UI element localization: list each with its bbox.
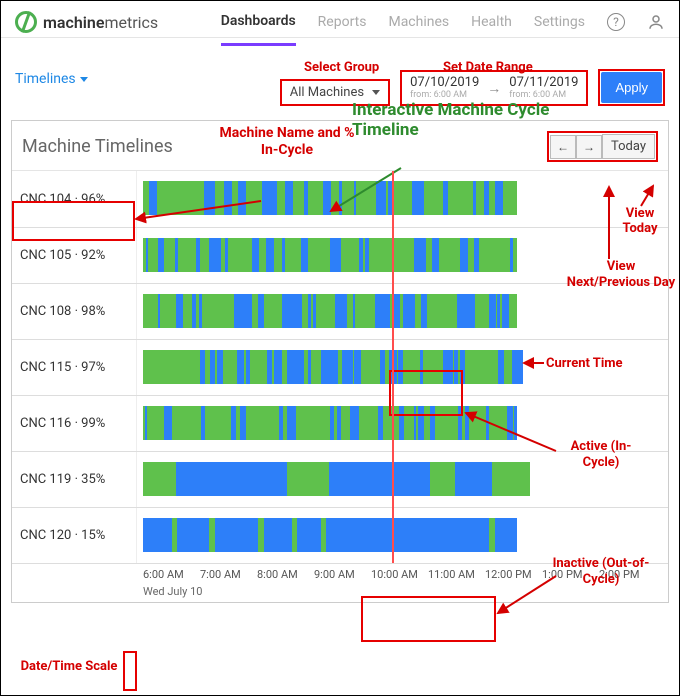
axis-date-label: Wed July 10 [143, 585, 668, 598]
panel-title: Machine Timelines [22, 136, 173, 157]
annotation-box-scale [123, 651, 137, 691]
timeline-bar[interactable] [137, 340, 668, 395]
current-time-indicator [392, 171, 394, 563]
timeline-row: CNC 108 · 98% [12, 283, 668, 339]
user-icon[interactable] [647, 13, 665, 31]
apply-button[interactable]: Apply [601, 72, 662, 103]
row-label: CNC 120 · 15% [12, 508, 137, 563]
date-to[interactable]: 07/11/2019from: 6:00 AM [509, 76, 578, 100]
timeline-bar[interactable] [137, 396, 668, 451]
timeline-bar[interactable] [137, 508, 668, 563]
timeline-panel: Machine Timelines Machine Name and % In-… [11, 120, 669, 603]
axis-tick: 7:00 AM [200, 568, 257, 581]
row-label: CNC 116 · 99% [12, 396, 137, 451]
annotation-select-group: Select Group [304, 60, 379, 75]
axis-tick: 11:00 AM [428, 568, 485, 581]
tab-health[interactable]: Health [471, 14, 512, 30]
chevron-down-icon [80, 77, 88, 82]
timeline-row: CNC 116 · 99% [12, 395, 668, 451]
time-axis: 6:00 AM7:00 AM8:00 AM9:00 AM10:00 AM11:0… [12, 563, 668, 602]
timeline-bar[interactable] [137, 171, 668, 227]
top-nav: machinemetrics Dashboards Reports Machin… [1, 1, 679, 38]
timeline-row: CNC 120 · 15% [12, 507, 668, 563]
timelines-dropdown[interactable]: Timelines [15, 71, 88, 87]
today-button[interactable]: Today [602, 134, 655, 159]
axis-tick: 1:00 PM [542, 568, 599, 581]
tab-machines[interactable]: Machines [388, 14, 449, 30]
timeline-bar[interactable] [137, 228, 668, 283]
timeline-row: CNC 105 · 92% [12, 227, 668, 283]
filter-row: Select Group Set Date Range Timelines Al… [1, 44, 679, 114]
axis-tick: 8:00 AM [257, 568, 314, 581]
tab-reports[interactable]: Reports [318, 14, 367, 30]
brand-text: machinemetrics [43, 13, 158, 32]
help-icon[interactable]: ? [607, 13, 625, 31]
row-label: CNC 108 · 98% [12, 284, 137, 339]
annotation-set-date: Set Date Range [443, 60, 533, 75]
timeline-row: CNC 119 · 35% [12, 451, 668, 507]
axis-tick: 2:00 PM [599, 568, 656, 581]
axis-tick: 12:00 PM [485, 568, 542, 581]
tab-settings[interactable]: Settings [534, 14, 585, 30]
arrow-right-icon: → [487, 80, 501, 97]
annotation-machine-name: Machine Name and % In-Cycle [217, 125, 357, 159]
timeline-row: CNC 115 · 97% [12, 339, 668, 395]
brand-logo[interactable]: machinemetrics [15, 11, 158, 33]
annotation-scale: Date/Time Scale [19, 659, 119, 675]
next-day-button[interactable]: → [576, 135, 602, 159]
chevron-down-icon [372, 90, 380, 95]
timeline-row: CNC 104 · 96% [12, 171, 668, 227]
row-label: CNC 104 · 96% [12, 171, 137, 227]
annotation-interactive-timeline: Interactive Machine Cycle Timeline [352, 101, 572, 140]
row-label: CNC 105 · 92% [12, 228, 137, 283]
timeline-rows: CNC 104 · 96%CNC 105 · 92%CNC 108 · 98%C… [12, 171, 668, 563]
logo-icon [15, 11, 37, 33]
axis-tick: 10:00 AM [371, 568, 428, 581]
tab-dashboards[interactable]: Dashboards [221, 13, 296, 46]
row-label: CNC 115 · 97% [12, 340, 137, 395]
date-from[interactable]: 07/10/2019from: 6:00 AM [410, 76, 479, 100]
timeline-bar[interactable] [137, 284, 668, 339]
axis-tick: 9:00 AM [314, 568, 371, 581]
axis-tick: 6:00 AM [143, 568, 200, 581]
timeline-bar[interactable] [137, 452, 668, 507]
row-label: CNC 119 · 35% [12, 452, 137, 507]
